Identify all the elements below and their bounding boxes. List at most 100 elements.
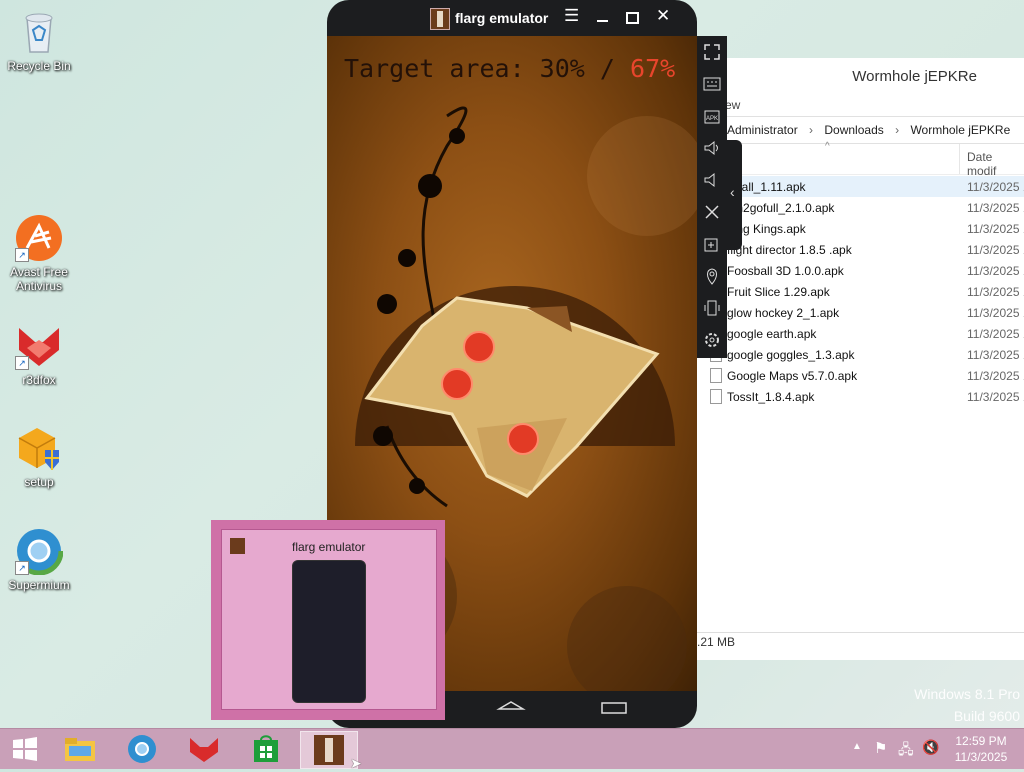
sidebar-collapse-tab[interactable]: ‹ — [727, 140, 742, 250]
status-size: .21 MB — [697, 635, 736, 649]
red-ball — [463, 331, 495, 363]
menu-icon[interactable]: ☰ — [564, 6, 579, 26]
file-date: 11/3/2025 1 — [967, 222, 1024, 236]
file-date: 11/3/2025 1 — [967, 201, 1024, 215]
file-list: eBall_1.11.apk 11/3/2025 1 ain2gofull_2.… — [697, 175, 1024, 407]
target-area-readout: Target area: 30% / 67% — [344, 54, 675, 83]
volume-down-icon[interactable] — [697, 164, 727, 196]
file-row[interactable]: glow hockey 2_1.apk 11/3/2025 1 — [697, 302, 1024, 323]
desktop-icon-recycle-bin[interactable]: Recycle Bin — [1, 8, 77, 73]
apk-install-icon[interactable]: APK — [697, 100, 727, 132]
shake-icon[interactable] — [697, 292, 727, 324]
file-name: Google Maps v5.7.0.apk — [727, 369, 858, 383]
breadcrumb-chevron-icon: › — [895, 123, 900, 137]
desktop-icon-r3dfox[interactable]: ↗ r3dfox — [1, 322, 77, 387]
shortcut-arrow-icon: ↗ — [15, 561, 29, 575]
taskbar-store[interactable] — [238, 731, 294, 767]
explorer-status-bar: .21 MB — [697, 632, 1024, 661]
file-date: 11/3/2025 1 — [967, 327, 1024, 341]
file-date: 11/3/2025 1 — [967, 285, 1024, 299]
clock-date: 11/3/2025 — [954, 750, 1008, 764]
chevron-left-icon: ‹ — [730, 184, 735, 200]
shortcut-arrow-icon: ↗ — [15, 356, 29, 370]
taskbar-file-explorer[interactable] — [52, 731, 108, 767]
scissors-icon[interactable] — [697, 196, 727, 228]
file-date: 11/3/2025 1 — [967, 390, 1024, 404]
column-header-date[interactable]: Date modif — [967, 150, 1024, 178]
desktop-icon-avast[interactable]: ↗ Avast Free Antivirus — [1, 214, 77, 293]
file-row[interactable]: Foosball 3D 1.0.0.apk 11/3/2025 1 — [697, 260, 1024, 281]
red-ball — [507, 423, 539, 455]
recent-apps-icon — [601, 702, 627, 714]
breadcrumb-chevron-icon: › — [809, 123, 814, 137]
file-row[interactable]: Google Maps v5.7.0.apk 11/3/2025 1 — [697, 365, 1024, 386]
file-date: 11/3/2025 1 — [967, 348, 1024, 362]
file-name: google earth.apk — [727, 327, 817, 341]
file-row[interactable]: flight director 1.8.5 .apk 11/3/2025 1 — [697, 239, 1024, 260]
file-name: TossIt_1.8.4.apk — [727, 390, 815, 404]
clock[interactable]: 12:59 PM 11/3/2025 — [950, 733, 1012, 765]
supermium-icon — [128, 735, 156, 763]
ribbon-tab-view[interactable]: ew — [725, 98, 740, 112]
taskbar: ➤ ▲ ⚑ 🖧 🔇 12:59 PM 11/3/2025 — [0, 728, 1024, 771]
minimize-icon[interactable] — [597, 20, 608, 22]
flarg-emulator-icon — [314, 735, 344, 765]
taskbar-r3dfox[interactable] — [176, 731, 232, 767]
r3dfox-icon: ↗ — [15, 322, 63, 370]
breadcrumb[interactable]: Administrator › Downloads › Wormhole jEP… — [697, 117, 1024, 144]
explorer-titlebar[interactable]: Wormhole jEPKRe — [697, 58, 1024, 94]
emulator-titlebar[interactable]: flarg emulator ☰ ✕ — [327, 0, 697, 36]
volume-up-icon[interactable] — [697, 132, 727, 164]
file-row[interactable]: eBall_1.11.apk 11/3/2025 1 — [697, 176, 1024, 197]
desktop-icon-supermium[interactable]: ↗ Supermium — [1, 526, 77, 592]
keyboard-icon[interactable] — [697, 68, 727, 100]
svg-text:APK: APK — [706, 116, 718, 122]
file-name: Foosball 3D 1.0.0.apk — [727, 264, 844, 278]
add-app-icon[interactable] — [697, 228, 727, 260]
close-icon[interactable]: ✕ — [656, 6, 670, 26]
mouse-cursor-icon: ➤ — [350, 755, 362, 771]
setup-icon — [15, 424, 63, 472]
desktop-icon-label: Recycle Bin — [7, 59, 71, 73]
breadcrumb-item[interactable]: Wormhole jEPKRe — [910, 123, 1010, 137]
file-row[interactable]: hing Kings.apk 11/3/2025 1 — [697, 218, 1024, 239]
file-row[interactable]: ain2gofull_2.1.0.apk 11/3/2025 1 — [697, 197, 1024, 218]
current-area-value: 67% — [630, 54, 676, 83]
desktop-icon-label: setup — [24, 475, 54, 489]
flag-icon[interactable]: ⚑ — [874, 739, 887, 757]
taskbar-thumbnail-preview[interactable]: flarg emulator — [211, 520, 445, 720]
thumbnail-title: flarg emulator — [292, 540, 366, 554]
desktop-icon-label: Avast Free Antivirus — [10, 265, 68, 293]
fullscreen-icon[interactable] — [697, 36, 727, 68]
file-row[interactable]: google earth.apk 11/3/2025 1 — [697, 323, 1024, 344]
maximize-icon[interactable] — [626, 12, 639, 24]
file-date: 11/3/2025 1 — [967, 306, 1024, 320]
taskbar-supermium[interactable] — [114, 731, 170, 767]
explorer-ribbon[interactable]: ew — [697, 94, 1024, 117]
file-name: Fruit Slice 1.29.apk — [727, 285, 830, 299]
settings-icon[interactable] — [697, 324, 727, 356]
tray-overflow-icon[interactable]: ▲ — [852, 741, 862, 752]
avast-icon: ↗ — [15, 214, 63, 262]
file-name: google goggles_1.3.apk — [727, 348, 855, 362]
watermark-edition: Windows 8.1 Pro — [914, 686, 1020, 702]
location-icon[interactable] — [697, 260, 727, 292]
explorer-title: Wormhole jEPKRe — [852, 67, 977, 85]
volume-muted-icon[interactable]: 🔇 — [922, 739, 939, 756]
file-row[interactable]: TossIt_1.8.4.apk 11/3/2025 1 — [697, 386, 1024, 407]
file-row[interactable]: google goggles_1.3.apk 11/3/2025 1 — [697, 344, 1024, 365]
file-date: 11/3/2025 1 — [967, 243, 1024, 257]
breadcrumb-item[interactable]: Administrator — [727, 123, 798, 137]
desktop-icon-setup[interactable]: setup — [1, 424, 77, 489]
supermium-icon: ↗ — [14, 526, 64, 576]
network-icon[interactable]: 🖧 — [898, 739, 914, 763]
file-name: flight director 1.8.5 .apk — [727, 243, 852, 257]
file-row[interactable]: Fruit Slice 1.29.apk 11/3/2025 1 — [697, 281, 1024, 302]
r3dfox-icon — [190, 738, 218, 762]
recycle-bin-icon — [15, 8, 63, 56]
breadcrumb-item[interactable]: Downloads — [824, 123, 883, 137]
file-explorer-window[interactable]: Wormhole jEPKRe ew Administrator › Downl… — [696, 58, 1024, 660]
target-label: Target area: 30% — [344, 54, 585, 83]
start-button[interactable] — [0, 731, 50, 767]
sort-up-icon: ^ — [825, 141, 830, 152]
